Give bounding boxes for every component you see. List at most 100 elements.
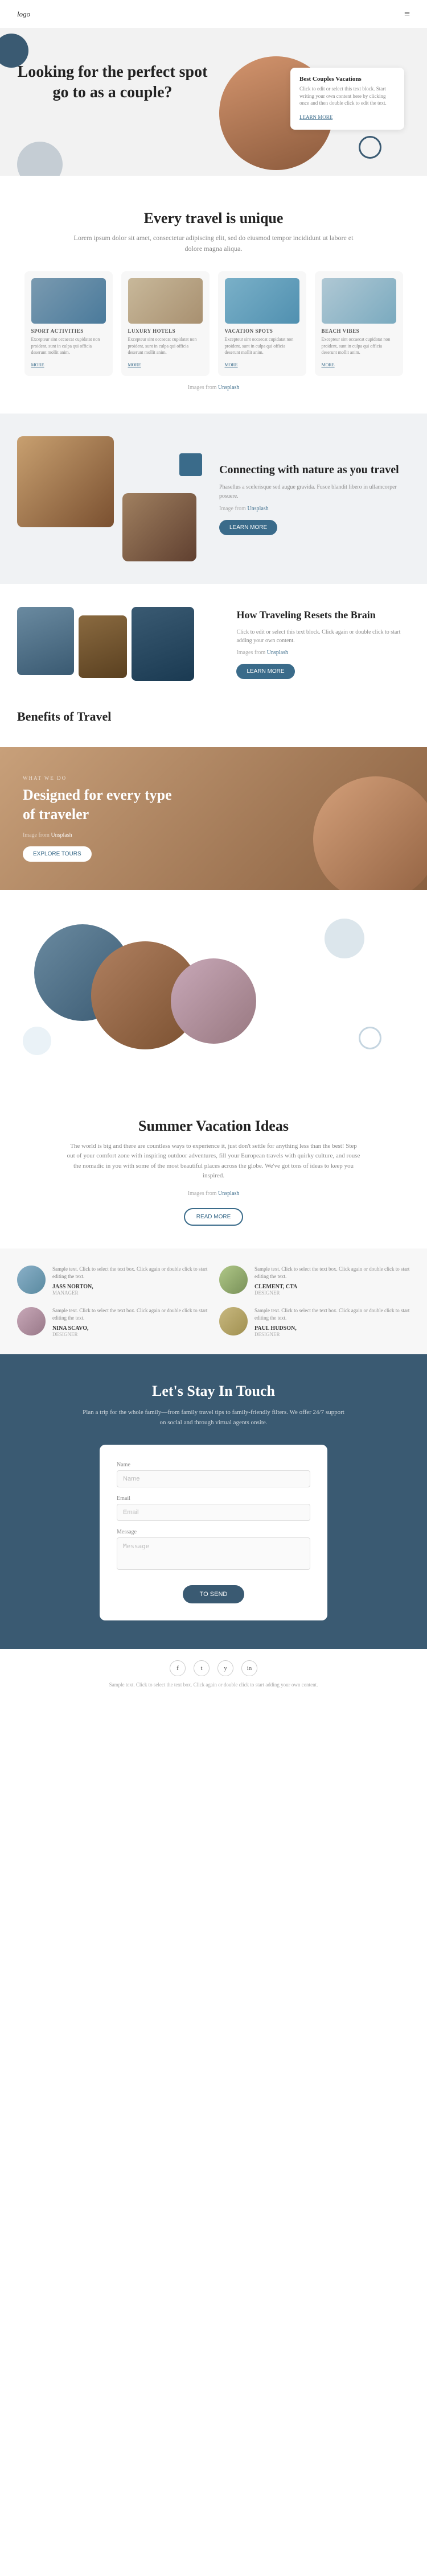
circles-section xyxy=(0,890,427,1095)
travel-learn-more-button[interactable]: LEARN MORE xyxy=(236,664,294,679)
avatar-nina xyxy=(17,1307,46,1335)
circle-deco-3 xyxy=(23,1027,51,1055)
card-sport: SPORT ACTIVITIES Excepteur sint occaecat… xyxy=(24,271,113,376)
team-info-jass: Sample text. Click to select the text bo… xyxy=(52,1266,208,1296)
hero-image-area: Best Couples Vacations Click to edit or … xyxy=(219,51,410,170)
connecting-learn-more-button[interactable]: LEARN MORE xyxy=(219,520,277,535)
footer-social: f t y in xyxy=(11,1660,416,1676)
hero-card-link[interactable]: LEARN MORE xyxy=(299,114,332,120)
connecting-text: Connecting with nature as you travel Pha… xyxy=(219,462,410,535)
connecting-deco-square xyxy=(179,453,202,476)
circle-image-3 xyxy=(171,958,256,1044)
facebook-icon[interactable]: f xyxy=(170,1660,186,1676)
message-input[interactable] xyxy=(117,1537,310,1570)
team-name-paul: PAUL HUDSON, xyxy=(254,1325,410,1332)
card-hotel: LUXURY HOTELS Excepteur sint occaecat cu… xyxy=(121,271,210,376)
message-label: Message xyxy=(117,1529,310,1535)
explore-tours-button[interactable]: EXPLORE TOURS xyxy=(23,846,92,862)
nav-menu-icon[interactable]: ≡ xyxy=(404,8,410,20)
team-section: Sample text. Click to select the text bo… xyxy=(0,1248,427,1354)
hero-outline-circle xyxy=(359,136,381,159)
unique-section: Every travel is unique Lorem ipsum dolor… xyxy=(0,176,427,414)
designed-woman-image xyxy=(313,776,427,890)
hero-card-text: Click to edit or select this text block.… xyxy=(299,85,395,107)
connecting-section: Connecting with nature as you travel Pha… xyxy=(0,414,427,584)
team-info-clement: Sample text. Click to select the text bo… xyxy=(254,1266,410,1296)
linkedin-icon[interactable]: in xyxy=(241,1660,257,1676)
team-role-clement: DESIGNER xyxy=(254,1290,410,1296)
avatar-jass xyxy=(17,1266,46,1294)
designed-section: WHAT WE DO Designed for every type of tr… xyxy=(0,747,427,890)
summer-text: The world is big and there are countless… xyxy=(65,1142,362,1181)
travel-unsplash[interactable]: Unsplash xyxy=(267,650,288,656)
card-beach-category: BEACH VIBES xyxy=(322,328,396,334)
email-input[interactable] xyxy=(117,1504,310,1521)
team-member-jass: Sample text. Click to select the text bo… xyxy=(17,1266,208,1296)
nav-logo: logo xyxy=(17,10,30,19)
contact-section: Let's Stay In Touch Plan a trip for the … xyxy=(0,1354,427,1649)
team-role-jass: MANAGER xyxy=(52,1290,208,1296)
team-grid: Sample text. Click to select the text bo… xyxy=(17,1266,410,1337)
submit-button[interactable]: TO SEND xyxy=(183,1585,245,1603)
card-hotel-more[interactable]: MORE xyxy=(128,362,141,367)
circles-wrap xyxy=(17,913,410,1072)
card-vacation-category: VACATION SPOTS xyxy=(225,328,299,334)
card-sport-more[interactable]: MORE xyxy=(31,362,44,367)
hero-bottom-deco xyxy=(17,142,63,176)
designed-unsplash[interactable]: Unsplash xyxy=(51,832,72,838)
twitter-icon[interactable]: t xyxy=(194,1660,210,1676)
designed-what-label: WHAT WE DO xyxy=(23,775,182,781)
footer: f t y in Sample text. Click to select th… xyxy=(0,1649,427,1699)
connecting-images xyxy=(17,436,208,561)
name-input[interactable] xyxy=(117,1470,310,1487)
contact-form: Name Email Message TO SEND xyxy=(100,1445,327,1620)
hero-section: Looking for the perfect spot go to as a … xyxy=(0,28,427,176)
team-member-nina: Sample text. Click to select the text bo… xyxy=(17,1307,208,1337)
avatar-paul xyxy=(219,1307,248,1335)
card-hotel-image xyxy=(128,278,203,324)
contact-text: Plan a trip for the whole family—from fa… xyxy=(83,1408,344,1428)
card-beach-desc: Excepteur sint occaecat cupidatat non pr… xyxy=(322,336,396,355)
team-quote-clement: Sample text. Click to select the text bo… xyxy=(254,1266,410,1281)
benefits-section: Benefits of Travel xyxy=(0,704,427,747)
designed-content: WHAT WE DO Designed for every type of tr… xyxy=(23,775,182,862)
designed-image-credit: Image from Unsplash xyxy=(23,832,182,838)
unique-unsplash-link[interactable]: Unsplash xyxy=(218,384,239,391)
summer-read-more-button[interactable]: READ MORE xyxy=(184,1208,244,1226)
card-sport-desc: Excepteur sint occaecat cupidatat non pr… xyxy=(31,336,106,355)
team-name-nina: NINA SCAVO, xyxy=(52,1325,208,1332)
hero-title: Looking for the perfect spot go to as a … xyxy=(17,62,208,104)
team-quote-jass: Sample text. Click to select the text bo… xyxy=(52,1266,208,1281)
card-sport-category: SPORT ACTIVITIES xyxy=(31,328,106,334)
card-beach: BEACH VIBES Excepteur sint occaecat cupi… xyxy=(315,271,403,376)
travel-image-1 xyxy=(17,607,74,675)
youtube-icon[interactable]: y xyxy=(217,1660,233,1676)
travel-reset-section: How Traveling Resets the Brain Click to … xyxy=(0,584,427,704)
card-sport-image xyxy=(31,278,106,324)
contact-title: Let's Stay In Touch xyxy=(46,1383,381,1400)
avatar-clement xyxy=(219,1266,248,1294)
team-name-clement: CLEMENT, CTA xyxy=(254,1284,410,1290)
email-label: Email xyxy=(117,1495,310,1502)
card-vacation-more[interactable]: MORE xyxy=(225,362,238,367)
team-member-clement: Sample text. Click to select the text bo… xyxy=(219,1266,410,1296)
connecting-image-credit: Image from Unsplash xyxy=(219,506,410,512)
team-role-paul: DESIGNER xyxy=(254,1332,410,1337)
connecting-unsplash[interactable]: Unsplash xyxy=(247,506,268,512)
designed-title: Designed for every type of traveler xyxy=(23,785,182,824)
name-field-wrap: Name xyxy=(117,1462,310,1487)
activity-cards: SPORT ACTIVITIES Excepteur sint occaecat… xyxy=(23,271,404,376)
card-vacation-desc: Excepteur sint occaecat cupidatat non pr… xyxy=(225,336,299,355)
summer-unsplash[interactable]: Unsplash xyxy=(218,1190,239,1197)
travel-reset-desc: Click to edit or select this text block.… xyxy=(236,628,410,645)
team-quote-paul: Sample text. Click to select the text bo… xyxy=(254,1307,410,1322)
hero-card-title: Best Couples Vacations xyxy=(299,76,395,82)
card-hotel-category: LUXURY HOTELS xyxy=(128,328,203,334)
card-beach-image xyxy=(322,278,396,324)
connecting-desc: Phasellus a scelerisque sed augue gravid… xyxy=(219,483,410,501)
unique-text: Lorem ipsum dolor sit amet, consectetur … xyxy=(71,233,356,254)
card-beach-more[interactable]: MORE xyxy=(322,362,335,367)
card-hotel-desc: Excepteur sint occaecat cupidatat non pr… xyxy=(128,336,203,355)
connecting-image-1 xyxy=(17,436,114,527)
team-role-nina: DESIGNER xyxy=(52,1332,208,1337)
